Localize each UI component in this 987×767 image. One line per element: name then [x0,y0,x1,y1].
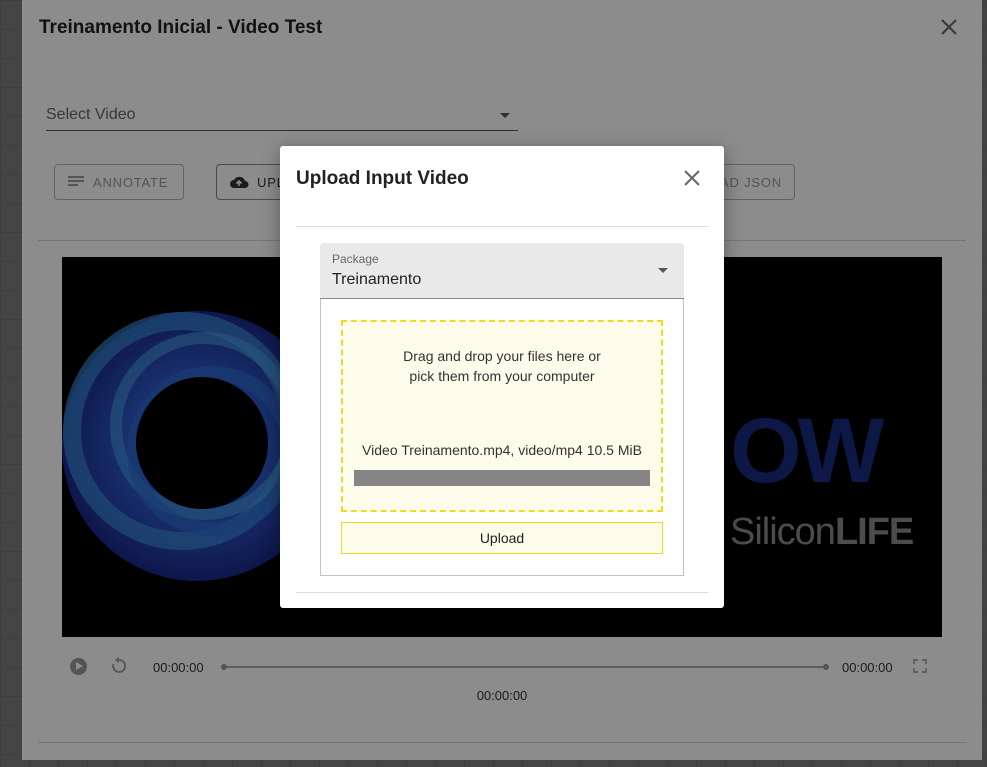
upload-input-video-modal: Upload Input Video Package Treinamento D… [280,146,724,608]
file-uploader: Drag and drop your files here or pick th… [320,299,684,576]
package-select[interactable]: Package Treinamento [320,243,684,299]
divider [296,592,708,593]
dropzone-instructions: Drag and drop your files here or pick th… [403,348,601,384]
divider [296,226,708,227]
selected-file-info: Video Treinamento.mp4, video/mp4 10.5 Mi… [362,442,642,458]
upload-button[interactable]: Upload [341,522,663,554]
upload-progress-bar [354,470,650,486]
upload-progress-fill [354,470,650,486]
file-dropzone[interactable]: Drag and drop your files here or pick th… [341,320,663,512]
caret-down-icon [658,268,668,273]
close-icon[interactable] [682,168,702,188]
package-value: Treinamento [332,271,422,288]
package-label: Package [332,252,379,266]
modal-title: Upload Input Video [296,168,469,189]
